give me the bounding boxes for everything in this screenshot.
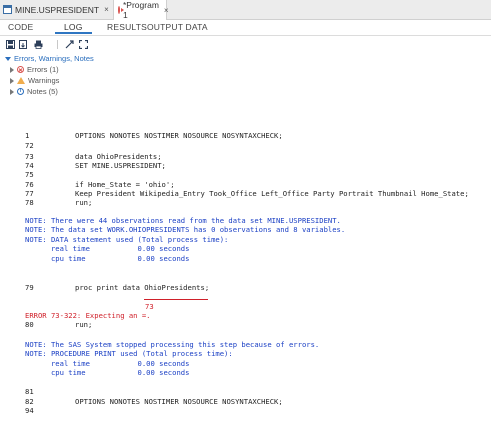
log-line: 80 run; — [25, 320, 93, 329]
log-error: ERROR 73-322: Expecting an =. — [25, 311, 151, 320]
tree-item-label: Errors (1) — [27, 65, 59, 74]
divider — [0, 35, 491, 36]
log-line: 94 — [25, 406, 34, 415]
print-icon[interactable] — [34, 40, 43, 49]
file-tab-bar: MINE.USPRESIDENT × *Program 1 × — [0, 0, 491, 20]
error-underline — [144, 299, 208, 300]
download-icon[interactable] — [19, 40, 28, 49]
toolbar-separator — [57, 40, 58, 49]
close-icon[interactable]: × — [164, 6, 169, 15]
log-line: 78 run; — [25, 198, 93, 207]
tab-results[interactable]: RESULTS — [107, 22, 147, 32]
tree-item-label: Notes (5) — [27, 87, 58, 96]
log-note: NOTE: There were 44 observations read fr… — [25, 216, 341, 225]
maximize-icon[interactable] — [79, 40, 88, 49]
log-line: 82 OPTIONS NONOTES NOSTIMER NOSOURCE NOSY… — [25, 397, 283, 406]
chevron-right-icon — [10, 88, 14, 95]
tree-item-errors[interactable]: Errors (1) — [10, 65, 59, 74]
tab-log[interactable]: LOG — [64, 22, 83, 32]
tab-output-data[interactable]: OUTPUT DATA — [147, 22, 208, 32]
log-note: cpu time 0.00 seconds — [25, 254, 190, 263]
log-line: 79 proc print data OhioPresidents; — [25, 283, 210, 292]
tab-dataset[interactable]: MINE.USPRESIDENT × — [0, 0, 112, 19]
note-icon: i — [17, 88, 24, 95]
log-note: NOTE: DATA statement used (Total process… — [25, 235, 229, 244]
tab-code[interactable]: CODE — [8, 22, 33, 32]
log-note: NOTE: The data set WORK.OHIOPRESIDENTS h… — [25, 225, 346, 234]
dataset-icon — [3, 5, 12, 14]
program-icon — [118, 6, 124, 14]
log-note: real time 0.00 seconds — [25, 359, 190, 368]
log-line: 72 — [25, 141, 34, 150]
tab-dataset-label: MINE.USPRESIDENT — [15, 4, 100, 15]
tree-item-notes[interactable]: i Notes (5) — [10, 87, 58, 96]
tab-program-label: *Program 1 — [123, 0, 159, 20]
expand-icon[interactable] — [65, 40, 74, 49]
log-toolbar — [0, 37, 491, 51]
tree-item-label: Warnings — [28, 76, 60, 85]
chevron-right-icon — [10, 66, 14, 73]
warning-icon — [17, 77, 25, 84]
log-note: NOTE: PROCEDURE PRINT used (Total proces… — [25, 349, 233, 358]
chevron-right-icon — [10, 77, 14, 84]
error-icon — [17, 66, 24, 73]
log-line: 74 SET MINE.USPRESIDENT; — [25, 161, 166, 170]
log-line: 73 data OhioPresidents; — [25, 152, 162, 161]
tree-item-warnings[interactable]: Warnings — [10, 76, 59, 85]
tree-header-label: Errors, Warnings, Notes — [14, 54, 94, 63]
tree-header[interactable]: Errors, Warnings, Notes — [5, 54, 94, 63]
log-note: NOTE: The SAS System stopped processing … — [25, 340, 320, 349]
active-tab-indicator — [55, 32, 92, 34]
log-note: real time 0.00 seconds — [25, 244, 190, 253]
error-marker: 73 — [145, 302, 154, 311]
log-line: 81 — [25, 387, 34, 396]
log-note: cpu time 0.00 seconds — [25, 368, 190, 377]
chevron-down-icon — [5, 56, 11, 61]
log-line: 75 — [25, 170, 34, 179]
close-icon[interactable]: × — [104, 5, 109, 14]
save-icon[interactable] — [6, 40, 15, 49]
log-line: 1 OPTIONS NONOTES NOSTIMER NOSOURCE NOSYN… — [25, 131, 283, 140]
tab-program[interactable]: *Program 1 × — [113, 0, 169, 20]
log-line: 77 Keep President Wikipedia_Entry Took_Of… — [25, 189, 469, 198]
log-line: 76 if Home_State = 'ohio'; — [25, 180, 175, 189]
